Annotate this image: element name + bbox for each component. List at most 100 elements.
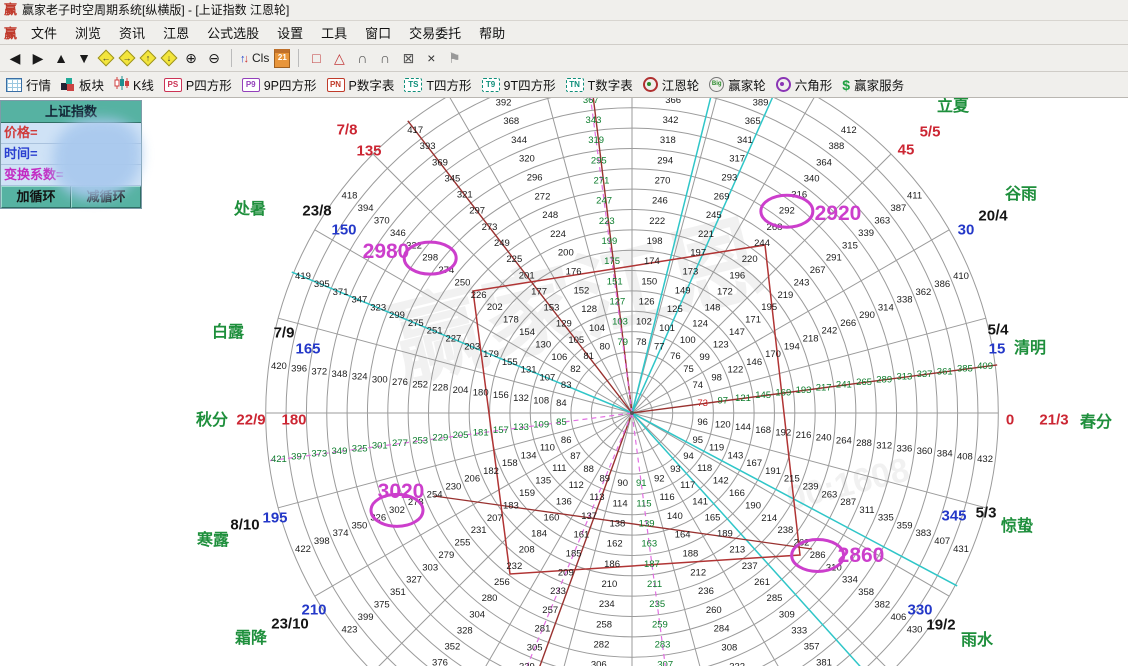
wheel-number: 131 <box>521 365 537 376</box>
menu-item-8[interactable]: 交易委托 <box>400 23 470 42</box>
toolbar-item-winner-wheel[interactable]: Big赢家轮 <box>709 75 766 94</box>
menu-item-2[interactable]: 资讯 <box>110 23 154 42</box>
wheel-number: 243 <box>794 277 810 288</box>
app-logo-icon: 赢 <box>4 23 17 42</box>
wheel-number: 357 <box>804 642 820 653</box>
flag-tool-icon[interactable]: ⚑ <box>445 50 463 67</box>
wheel-number: 252 <box>412 380 428 391</box>
arc-right-tool-icon[interactable]: ∩ <box>376 50 394 66</box>
wheel-number: 320 <box>519 154 535 165</box>
wheel-number: 166 <box>729 488 745 499</box>
updown-icon[interactable]: ↑↓ <box>240 49 247 67</box>
menu-item-0[interactable]: 文件 <box>22 23 66 42</box>
wheel-number: 185 <box>566 549 582 560</box>
wheel-number: 285 <box>767 593 783 604</box>
calendar-icon[interactable]: 21 <box>274 49 290 68</box>
wheel-number: 102 <box>636 317 652 328</box>
forward-icon[interactable]: ▶ <box>29 50 47 67</box>
wheel-number: 329 <box>519 661 535 666</box>
box-x-tool-icon[interactable]: ⊠ <box>399 50 417 67</box>
wheel-number: 290 <box>859 310 875 321</box>
wheel-number: 351 <box>390 587 406 598</box>
wheel-label-135: 135 <box>356 143 381 160</box>
toolbar-item-kline[interactable]: K线 <box>114 75 154 94</box>
pan-right-icon[interactable]: → <box>119 50 135 66</box>
back-icon[interactable]: ◀ <box>6 50 24 67</box>
sub-cycle-button[interactable]: 减循环 <box>71 186 141 208</box>
wheel-number: 361 <box>937 366 953 377</box>
pointer-up-icon[interactable]: ▲ <box>52 50 70 66</box>
sectors-icon <box>61 78 75 92</box>
wheel-number: 375 <box>374 600 390 611</box>
toolbar-item-t-table[interactable]: TNT数字表 <box>566 75 633 94</box>
application-window: { "window": {"logo": "赢", "title": "赢家老子… <box>0 0 1128 666</box>
wheel-number: 99 <box>699 352 710 363</box>
wheel-number: 149 <box>675 285 691 296</box>
toolbar-item-9p-square[interactable]: P9 9P四方形 <box>242 75 317 94</box>
pan-up-icon[interactable]: ↑ <box>140 50 156 66</box>
wheel-number: 318 <box>660 135 676 146</box>
cls-button[interactable]: Cls <box>252 51 269 65</box>
wheel-number: 417 <box>407 125 423 136</box>
menu-item-9[interactable]: 帮助 <box>470 23 514 42</box>
wheel-number: 214 <box>761 513 777 524</box>
wheel-number: 105 <box>568 335 584 346</box>
wheel-number: 345 <box>444 173 460 184</box>
wheel-number: 233 <box>550 586 566 597</box>
toolbar-item-t-square[interactable]: TST四方形 <box>404 75 471 94</box>
zoom-out-icon[interactable]: ⊖ <box>205 50 223 67</box>
pointer-down-icon[interactable]: ▼ <box>75 50 93 66</box>
scale-tool-icon[interactable]: × <box>422 50 440 66</box>
wheel-number: 307 <box>657 660 673 666</box>
wheel-number: 234 <box>599 599 615 610</box>
menu-item-6[interactable]: 工具 <box>312 23 356 42</box>
wheel-number: 369 <box>432 157 448 168</box>
wheel-label-立夏: 立夏 <box>937 98 969 116</box>
wheel-number: 156 <box>493 390 509 401</box>
wheel-number: 298 <box>422 253 438 264</box>
triangle-tool-icon[interactable]: △ <box>330 50 348 67</box>
wheel-number: 129 <box>556 319 572 330</box>
9p-square-icon: P9 <box>242 78 260 92</box>
wheel-number: 171 <box>745 315 761 326</box>
pan-down-icon[interactable]: ↓ <box>161 50 177 66</box>
toolbar-item-sectors[interactable]: 板块 <box>61 75 104 94</box>
wheel-number: 103 <box>612 317 628 328</box>
wheel-label-寒露: 寒露 <box>197 526 229 550</box>
toolbar-item-gann-wheel[interactable]: 江恩轮 <box>643 75 700 94</box>
toolbar-item-p-table[interactable]: PNP数字表 <box>327 75 395 94</box>
menu-item-1[interactable]: 浏览 <box>66 23 110 42</box>
pan-left-icon[interactable]: ← <box>98 50 114 66</box>
menu-item-5[interactable]: 设置 <box>268 23 312 42</box>
arc-left-tool-icon[interactable]: ∩ <box>353 50 371 66</box>
wheel-number: 260 <box>706 605 722 616</box>
rect-tool-icon[interactable]: □ <box>307 50 325 66</box>
add-cycle-button[interactable]: 加循环 <box>1 186 71 208</box>
menu-item-7[interactable]: 窗口 <box>356 23 400 42</box>
toolbar-item-p-square[interactable]: PSP四方形 <box>164 75 232 94</box>
gann-wheel-svg: 赢家江恩00:160873747576777879808182838485868… <box>0 98 1128 666</box>
toolbar-item-9t-square[interactable]: T99T四方形 <box>482 75 556 94</box>
toolbar-item-hexagon[interactable]: 六角形 <box>776 75 833 94</box>
zoom-in-icon[interactable]: ⊕ <box>182 50 200 67</box>
menu-item-3[interactable]: 江恩 <box>154 23 198 42</box>
toolbar-item-quotes[interactable]: 行情 <box>6 75 51 94</box>
wheel-number: 193 <box>796 385 812 396</box>
wheel-number: 143 <box>727 450 743 461</box>
toolbar-item-winner-service[interactable]: $赢家服务 <box>842 75 904 94</box>
wheel-number: 81 <box>583 351 594 362</box>
wheel-label-30: 30 <box>958 222 975 239</box>
symbol-title: 上证指数 <box>1 101 141 123</box>
wheel-number: 421 <box>271 454 287 465</box>
wheel-number: 288 <box>856 438 872 449</box>
9t-square-label: 9T四方形 <box>504 75 556 94</box>
gann-wheel-chart[interactable]: 赢家江恩00:160873747576777879808182838485868… <box>0 98 1128 666</box>
wheel-label-165: 165 <box>295 341 320 358</box>
wheel-number: 73 <box>697 398 708 409</box>
9p-square-label: 9P四方形 <box>264 75 317 94</box>
wheel-number: 336 <box>896 443 912 454</box>
menu-item-4[interactable]: 公式选股 <box>198 23 268 42</box>
wheel-number: 116 <box>659 492 674 503</box>
wheel-number: 172 <box>717 286 733 297</box>
wheel-number: 160 <box>544 512 560 523</box>
